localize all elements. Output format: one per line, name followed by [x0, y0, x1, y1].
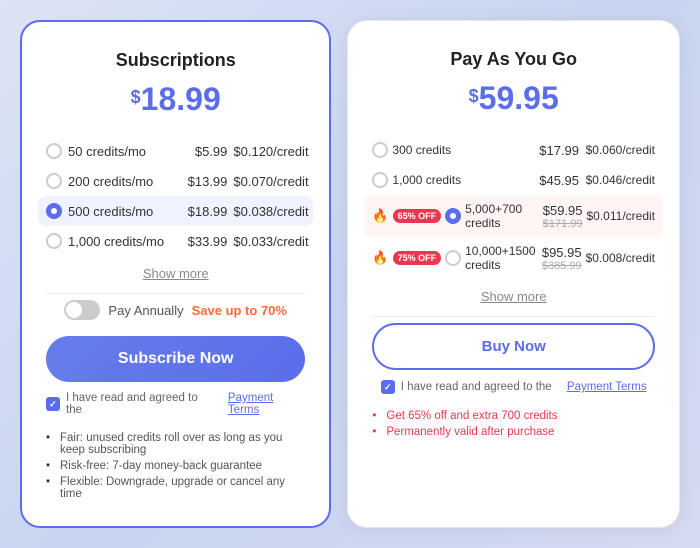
plan-per-credit: $0.070/credit: [233, 174, 305, 189]
plan-price: $59.95: [543, 203, 583, 218]
annual-toggle[interactable]: [64, 300, 100, 320]
strike-price: $385.99: [542, 260, 582, 272]
promo-badge: 75% OFF: [393, 251, 442, 265]
plan-price: $95.95: [542, 245, 582, 260]
right-agree-row: I have read and agreed to the Payment Te…: [372, 380, 655, 394]
right-price-value: 59.95: [479, 80, 559, 116]
left-show-more[interactable]: Show more: [46, 266, 305, 281]
plan-per-credit: $0.008/credit: [586, 251, 655, 265]
plan-radio[interactable]: [445, 250, 461, 266]
left-bullet-item: Risk-free: 7-day money-back guarantee: [46, 458, 305, 474]
right-plans-list: 300 credits $17.99 $0.060/credit 1,000 cred…: [372, 135, 655, 279]
plan-per-credit: $0.120/credit: [233, 144, 305, 159]
right-agree-checkbox[interactable]: [381, 380, 395, 394]
left-agree-checkbox[interactable]: [46, 397, 60, 411]
right-plan-row[interactable]: 1,000 credits $45.95 $0.046/credit: [372, 165, 655, 195]
price-group: $17.99: [519, 143, 579, 158]
left-plan-row[interactable]: 1,000 credits/mo $33.99 $0.033/credit: [46, 226, 305, 256]
payg-card: Pay As You Go $59.95 300 credits $17.99 $0…: [347, 20, 680, 528]
plan-name: 10,000+1500 credits: [465, 244, 535, 272]
right-bullet-item: Get 65% off and extra 700 credits: [372, 408, 655, 424]
plan-radio[interactable]: [46, 233, 62, 249]
save-label: Save up to 70%: [192, 303, 287, 318]
subscribe-button[interactable]: Subscribe Now: [46, 336, 305, 382]
plan-name: 200 credits/mo: [68, 174, 169, 189]
plan-radio[interactable]: [372, 142, 388, 158]
plan-price: $17.99: [539, 143, 579, 158]
right-card-title: Pay As You Go: [372, 49, 655, 70]
price-group: $95.95$385.99: [540, 245, 582, 272]
plan-radio[interactable]: [445, 208, 461, 224]
plan-per-credit: $0.011/credit: [587, 209, 656, 223]
left-agree-row: I have read and agreed to the Payment Te…: [46, 392, 305, 416]
left-plans-list: 50 credits/mo $5.99 $0.120/credit 200 credi…: [46, 136, 305, 256]
plan-radio[interactable]: [46, 173, 62, 189]
right-plan-row[interactable]: 300 credits $17.99 $0.060/credit: [372, 135, 655, 165]
right-price-symbol: $: [469, 86, 479, 107]
plan-price: $45.95: [539, 173, 579, 188]
left-bullet-item: Fair: unused credits roll over as long a…: [46, 430, 305, 458]
toggle-row: Pay Annually Save up to 70%: [46, 300, 305, 320]
fire-icon: 🔥: [372, 250, 388, 266]
right-bullets: Get 65% off and extra 700 creditsPermane…: [372, 408, 655, 440]
left-plan-row[interactable]: 200 credits/mo $13.99 $0.070/credit: [46, 166, 305, 196]
left-bullets: Fair: unused credits roll over as long a…: [46, 430, 305, 502]
plan-price: $18.99: [175, 204, 227, 219]
plan-price: $5.99: [175, 144, 227, 159]
plan-name: 1,000 credits: [392, 173, 515, 187]
left-bullet-item: Flexible: Downgrade, upgrade or cancel a…: [46, 474, 305, 502]
toggle-label: Pay Annually: [108, 303, 183, 318]
plan-name: 500 credits/mo: [68, 204, 169, 219]
strike-price: $171.99: [543, 218, 583, 230]
page-container: Subscriptions $18.99 50 credits/mo $5.99 $…: [0, 0, 700, 548]
left-payment-terms-link[interactable]: Payment Terms: [228, 392, 305, 416]
plan-name: 1,000 credits/mo: [68, 234, 169, 249]
plan-price: $13.99: [175, 174, 227, 189]
right-payment-terms-link[interactable]: Payment Terms: [567, 381, 647, 393]
right-show-more[interactable]: Show more: [372, 289, 655, 304]
right-bullet-item: Permanently valid after purchase: [372, 424, 655, 440]
right-agree-text: I have read and agreed to the: [401, 381, 552, 393]
plan-per-credit: $0.046/credit: [583, 173, 655, 187]
right-plan-row[interactable]: 🔥65% OFF5,000+700 credits$59.95$171.99$0…: [364, 195, 663, 237]
plan-name: 300 credits: [392, 143, 515, 157]
price-group: $45.95: [519, 173, 579, 188]
buy-now-button[interactable]: Buy Now: [372, 323, 655, 370]
plan-name: 50 credits/mo: [68, 144, 169, 159]
plan-radio[interactable]: [46, 203, 62, 219]
left-card-title: Subscriptions: [46, 50, 305, 71]
plan-radio[interactable]: [46, 143, 62, 159]
plan-radio[interactable]: [372, 172, 388, 188]
plan-per-credit: $0.038/credit: [233, 204, 305, 219]
left-agree-text: I have read and agreed to the: [66, 392, 213, 416]
plan-per-credit: $0.033/credit: [233, 234, 305, 249]
left-plan-row[interactable]: 50 credits/mo $5.99 $0.120/credit: [46, 136, 305, 166]
price-group: $59.95$171.99: [526, 203, 582, 230]
left-price-value: 18.99: [141, 81, 221, 117]
left-price-symbol: $: [131, 87, 141, 108]
promo-badge: 65% OFF: [393, 209, 442, 223]
right-card-price: $59.95: [372, 80, 655, 117]
plan-name: 5,000+700 credits: [465, 202, 522, 230]
fire-icon: 🔥: [372, 208, 388, 224]
subscriptions-card: Subscriptions $18.99 50 credits/mo $5.99 $…: [20, 20, 331, 528]
left-card-price: $18.99: [46, 81, 305, 118]
left-plan-row[interactable]: 500 credits/mo $18.99 $0.038/credit: [38, 196, 313, 226]
plan-price: $33.99: [175, 234, 227, 249]
plan-per-credit: $0.060/credit: [583, 143, 655, 157]
right-plan-row[interactable]: 🔥75% OFF10,000+1500 credits$95.95$385.99…: [372, 237, 655, 279]
